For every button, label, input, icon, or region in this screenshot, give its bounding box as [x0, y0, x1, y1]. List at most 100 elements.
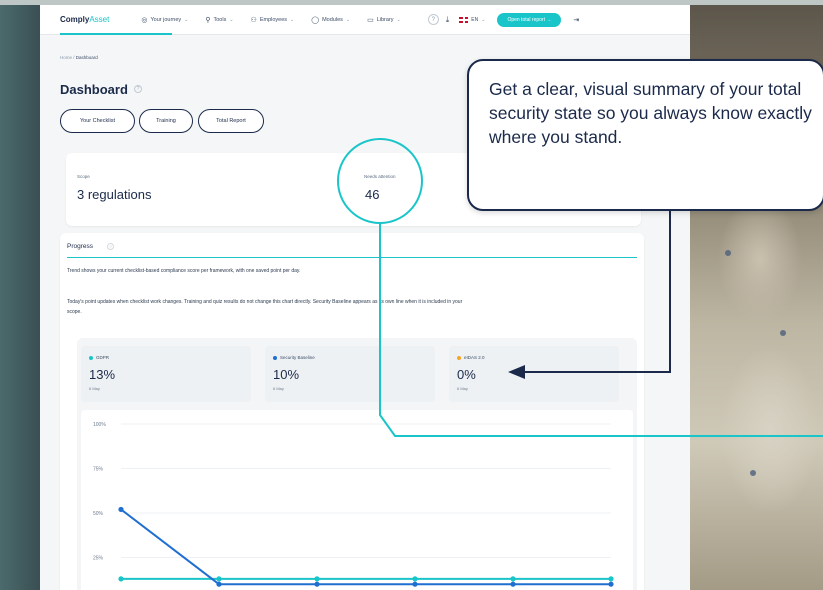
series-name: Security Baseline [280, 355, 315, 360]
help-glyph: ? [109, 244, 112, 249]
nav-employees[interactable]: ⚇ Employees ⌄ [251, 16, 295, 24]
breadcrumb-home[interactable]: Home [60, 55, 72, 60]
data-point[interactable] [510, 576, 516, 582]
scope-value: 3 regulations [77, 187, 152, 202]
progress-title: Progress [67, 243, 94, 250]
book-icon: ▭ [367, 16, 374, 24]
data-point[interactable] [412, 581, 418, 587]
needs-attention-value: 46 [365, 187, 380, 202]
background-flower [750, 470, 756, 476]
legend-dot [89, 355, 93, 360]
y-tick-label: 75% [93, 467, 104, 473]
people-icon: ⚇ [250, 16, 257, 24]
y-tick-label: 50% [93, 511, 104, 517]
data-point[interactable] [216, 576, 222, 582]
tab-label: Training [156, 118, 176, 124]
active-nav-underline [60, 33, 172, 35]
stat-date: 6 May [457, 386, 468, 391]
tab-total-report[interactable]: Total Report [198, 109, 264, 133]
top-navigation: ComplyAsset ◎ Your journey ⌄ ⚲ Tools ⌄ ⚇… [40, 5, 690, 35]
modules-icon: ◯ [311, 16, 320, 24]
series-name: GDPR [96, 355, 110, 360]
nav-label: Library [376, 16, 394, 23]
progress-chart: 100%75%50%25%0% [81, 410, 633, 590]
stat-eidas: eIDAS 2.0 0% 6 May [449, 346, 619, 402]
nav-your-journey[interactable]: ◎ Your journey ⌄ [141, 16, 188, 24]
callout-box: Get a clear, visual summary of your tota… [467, 59, 823, 211]
nav-library[interactable]: ▭ Library ⌄ [367, 16, 401, 24]
tab-label: Your Checklist [80, 118, 115, 124]
help-icon[interactable]: ? [134, 85, 142, 93]
needs-attention-label: Needs attention [364, 174, 396, 179]
chevron-down-icon: ⌄ [481, 16, 486, 23]
breadcrumb-current: Dashboard [75, 55, 98, 60]
data-point[interactable] [314, 581, 320, 587]
progress-description: Today's point updates when checklist wor… [67, 299, 463, 315]
progress-divider [67, 257, 637, 258]
data-point[interactable] [216, 581, 222, 587]
logout-icon[interactable]: ⇥ [573, 16, 579, 24]
breadcrumb: Home / Dashboard [60, 55, 98, 60]
nav-label: Tools [213, 16, 227, 23]
background-left [0, 0, 40, 590]
help-glyph: ? [136, 86, 140, 92]
chevron-down-icon: ⌄ [184, 16, 189, 23]
data-point[interactable] [314, 576, 320, 582]
chart-svg: 100%75%50%25%0% [93, 422, 614, 587]
series-line [120, 508, 611, 586]
language-selector[interactable]: EN ⌄ [459, 16, 486, 23]
stat-security-baseline: Security Baseline 10% 6 May [265, 346, 435, 402]
data-point[interactable] [118, 506, 124, 513]
tab-training[interactable]: Training [139, 109, 193, 133]
background-flower [780, 330, 786, 336]
stat-value: 0% [457, 367, 476, 382]
stat-date: 6 May [273, 386, 284, 391]
nav-label: Modules [322, 16, 343, 23]
data-point[interactable] [608, 581, 614, 587]
data-point[interactable] [510, 581, 516, 587]
stat-value: 13% [89, 367, 116, 382]
stat-name: Security Baseline [273, 355, 315, 360]
nav-modules[interactable]: ◯ Modules ⌄ [311, 16, 350, 24]
progress-description: Trend shows your current checklist-based… [67, 268, 301, 274]
scope-label: Scope [77, 174, 90, 179]
data-point[interactable] [608, 576, 614, 582]
stat-date: 6 May [89, 386, 100, 391]
help-button[interactable]: ? [427, 14, 439, 25]
compass-icon: ◎ [141, 16, 148, 24]
nav-label: Employees [259, 16, 288, 23]
tab-label: Total Report [216, 118, 246, 124]
wrench-icon: ⚲ [205, 16, 211, 24]
logo-main: Comply [60, 15, 90, 24]
y-tick-label: 100% [93, 422, 106, 428]
logo[interactable]: ComplyAsset [60, 15, 109, 24]
nav-tools[interactable]: ⚲ Tools ⌄ [205, 16, 233, 24]
open-report-label: Open total report → [507, 16, 552, 23]
stat-name: eIDAS 2.0 [457, 355, 485, 360]
series-name: eIDAS 2.0 [464, 355, 485, 360]
chevron-down-icon: ⌄ [396, 16, 401, 23]
legend-dot [457, 355, 461, 360]
data-point[interactable] [118, 576, 124, 582]
stat-name: GDPR [89, 355, 109, 360]
help-icon[interactable]: ? [107, 243, 114, 250]
chevron-down-icon: ⌄ [229, 16, 234, 23]
uk-flag-icon [459, 16, 469, 23]
chevron-down-icon: ⌄ [290, 16, 295, 23]
progress-card: Progress ? Trend shows your current chec… [60, 233, 644, 590]
stat-value: 10% [273, 367, 300, 382]
background-flower [725, 250, 731, 256]
y-tick-label: 25% [93, 556, 104, 562]
download-icon[interactable]: ⤓ [446, 15, 450, 25]
language-label: EN [471, 16, 479, 23]
tab-your-checklist[interactable]: Your Checklist [60, 109, 135, 133]
data-point[interactable] [412, 576, 418, 582]
open-total-report-button[interactable]: Open total report → [497, 12, 562, 27]
legend-dot [273, 355, 277, 360]
page-title: Dashboard [60, 82, 128, 97]
nav-label: Your journey [150, 16, 182, 23]
callout-text: Get a clear, visual summary of your tota… [489, 79, 812, 147]
series-panel: GDPR 13% 6 May Security Baseline 10% 6 M… [77, 338, 637, 590]
stat-gdpr: GDPR 13% 6 May [81, 346, 251, 402]
chevron-down-icon: ⌄ [345, 16, 351, 23]
